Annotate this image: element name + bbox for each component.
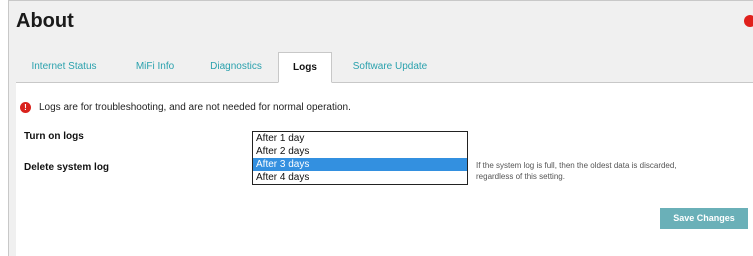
delete-system-log-label: Delete system log xyxy=(24,162,110,173)
turn-on-logs-label: Turn on logs xyxy=(24,131,84,142)
dropdown-option-3-days[interactable]: After 3 days xyxy=(253,158,467,171)
page-title: About xyxy=(16,10,74,32)
tab-mifi-info[interactable]: MiFi Info xyxy=(120,52,190,82)
tab-diagnostics[interactable]: Diagnostics xyxy=(196,52,276,82)
log-hint-text: If the system log is full, then the olde… xyxy=(476,161,677,181)
tab-internet-status[interactable]: Internet Status xyxy=(22,52,106,82)
dropdown-option-1-day[interactable]: After 1 day xyxy=(253,132,467,145)
alert-icon: ! xyxy=(20,102,31,113)
save-changes-button[interactable]: Save Changes xyxy=(660,208,748,229)
dropdown-option-2-days[interactable]: After 2 days xyxy=(253,145,467,158)
dropdown-option-4-days[interactable]: After 4 days xyxy=(253,171,467,184)
tab-software-update[interactable]: Software Update xyxy=(338,52,442,82)
delete-log-dropdown[interactable]: After 1 day After 2 days After 3 days Af… xyxy=(252,131,468,185)
info-message: ! Logs are for troubleshooting, and are … xyxy=(20,102,351,113)
tab-logs[interactable]: Logs xyxy=(278,52,332,83)
info-text: Logs are for troubleshooting, and are no… xyxy=(39,102,351,113)
tab-bar: Internet Status MiFi Info Diagnostics Lo… xyxy=(16,52,753,83)
notification-icon[interactable] xyxy=(744,15,753,27)
